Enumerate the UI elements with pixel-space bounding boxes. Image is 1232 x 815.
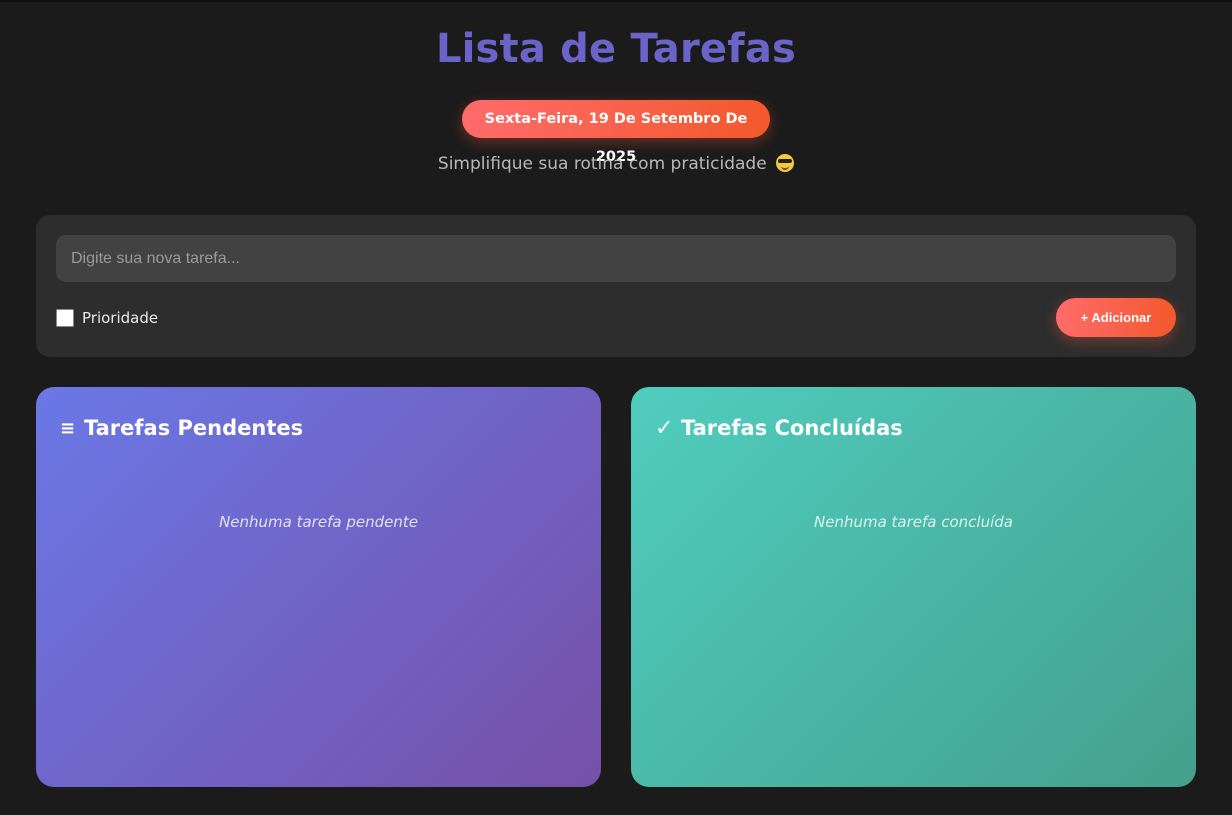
window-top-border: [0, 0, 1232, 2]
check-icon: ✓: [655, 415, 674, 441]
priority-label: Prioridade: [82, 309, 159, 327]
pending-tasks-panel: ≡ Tarefas Pendentes Nenhuma tarefa pende…: [36, 387, 601, 787]
subtitle-text: Simplifique sua rotina com praticidade: [437, 154, 767, 174]
pending-panel-title: Tarefas Pendentes: [84, 416, 304, 440]
page-subtitle: Simplifique sua rotina com praticidade: [0, 154, 1232, 174]
priority-checkbox[interactable]: [56, 309, 74, 327]
page-title: Lista de Tarefas: [435, 26, 797, 72]
new-task-form: Prioridade + Adicionar: [36, 215, 1196, 357]
pending-panel-header: ≡ Tarefas Pendentes: [60, 414, 303, 442]
done-panel-header: ✓ Tarefas Concluídas: [655, 414, 903, 442]
done-tasks-panel: ✓ Tarefas Concluídas Nenhuma tarefa conc…: [631, 387, 1196, 787]
priority-toggle[interactable]: Prioridade: [56, 308, 158, 328]
new-task-input[interactable]: [56, 235, 1176, 282]
sunglasses-emoji-icon: [776, 154, 795, 172]
done-panel-title: Tarefas Concluídas: [681, 416, 903, 440]
pending-empty-message: Nenhuma tarefa pendente: [219, 513, 418, 531]
list-icon: ≡: [60, 417, 76, 439]
done-empty-message: Nenhuma tarefa concluída: [814, 513, 1013, 531]
date-badge: Sexta-Feira, 19 De Setembro De 2025: [462, 100, 770, 165]
add-task-button[interactable]: + Adicionar: [1056, 298, 1176, 337]
